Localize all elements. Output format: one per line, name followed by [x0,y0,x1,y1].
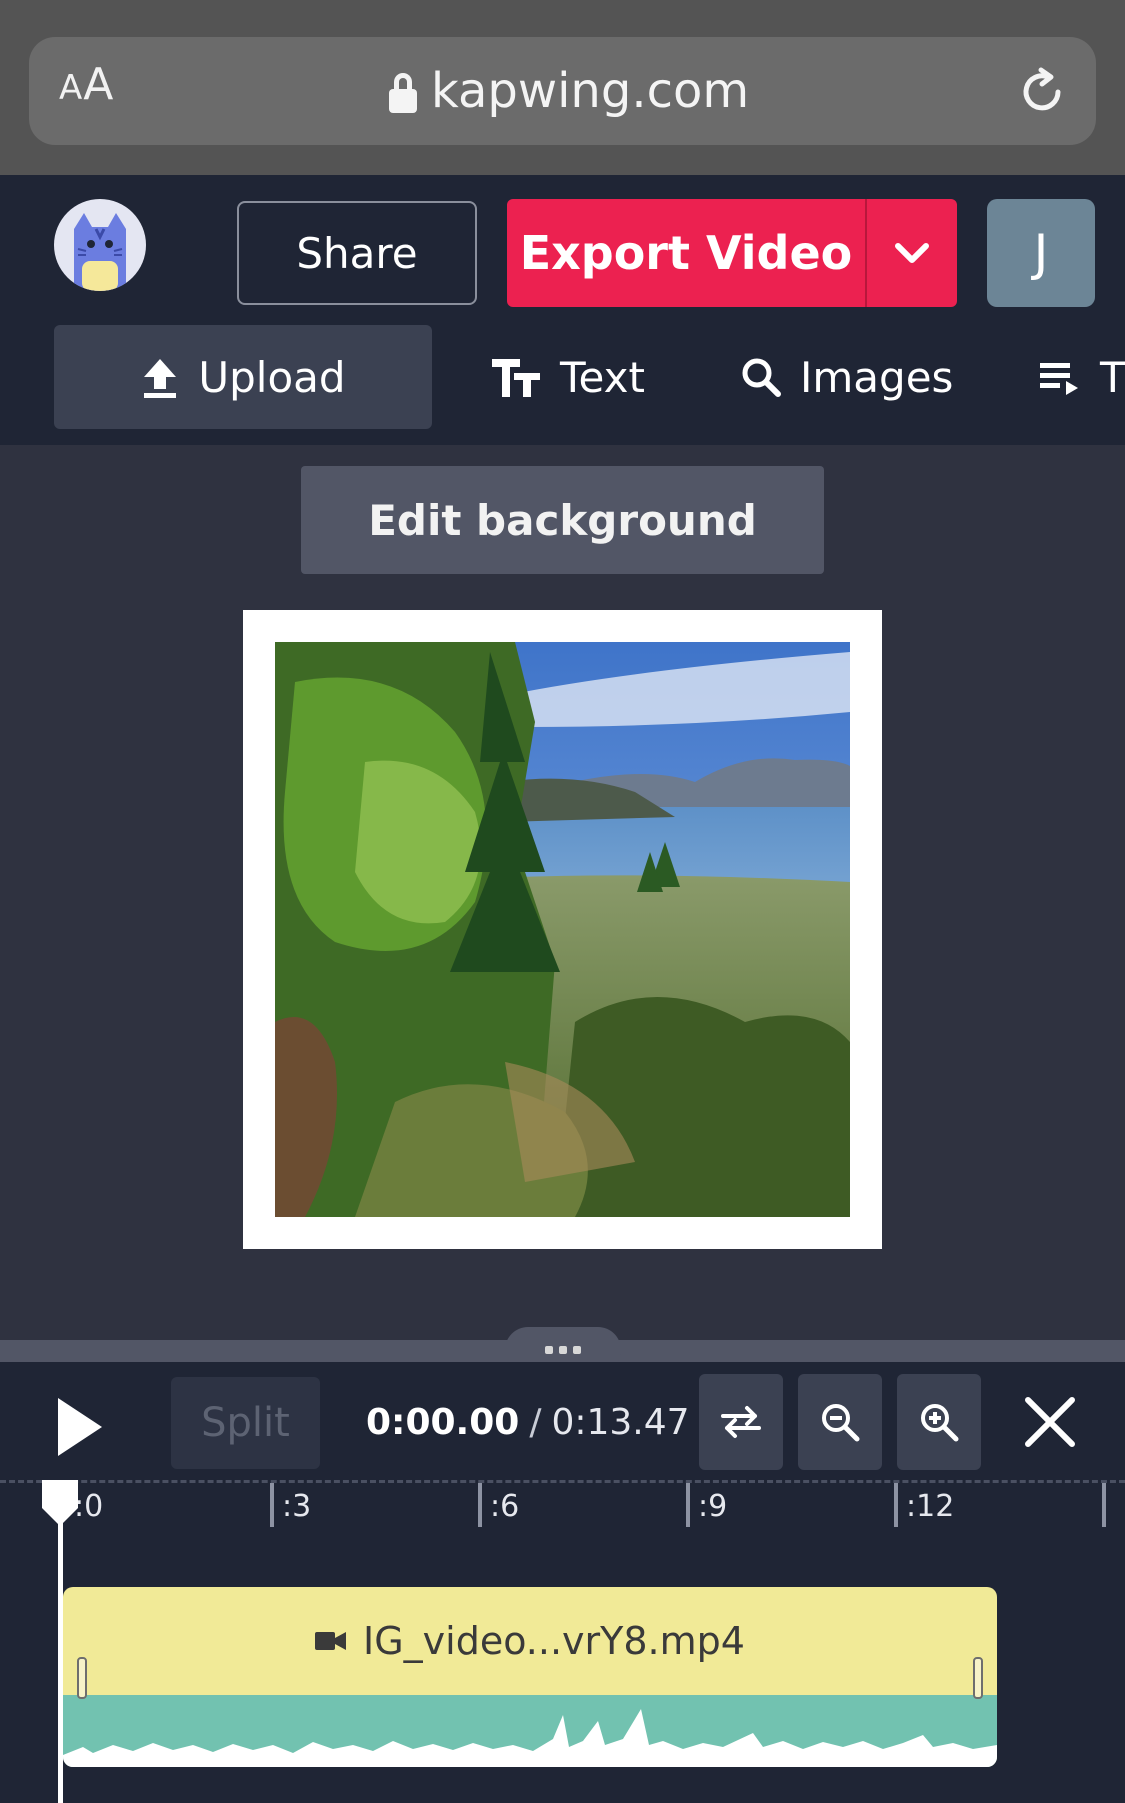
zoom-in-icon [921,1404,959,1442]
swap-arrows-icon [721,1406,761,1438]
upload-label: Upload [198,352,346,402]
url-text: kapwing.com [431,63,750,119]
current-time: 0:00.00 [366,1401,520,1443]
swap-button[interactable] [699,1374,783,1470]
text-label: Text [560,352,645,402]
close-icon[interactable] [1020,1390,1080,1454]
ruler-tick-label: :3 [282,1489,312,1524]
zoom-out-button[interactable] [798,1374,882,1470]
search-icon [742,358,781,397]
video-canvas[interactable] [243,610,882,1249]
ruler-tick-label: :9 [698,1489,728,1524]
trim-handle-right[interactable] [973,1657,983,1699]
export-video-button-group: Export Video [507,199,957,307]
time-separator: / [529,1401,542,1443]
more-tools-label: T [1100,352,1125,402]
ruler-tick [894,1483,898,1527]
upload-tool-button[interactable]: Upload [54,325,432,429]
edit-background-label: Edit background [368,495,757,545]
ruler-tick-label: :6 [490,1489,520,1524]
playhead-handle[interactable] [40,1478,80,1528]
split-button[interactable]: Split [171,1377,320,1469]
cat-icon [74,213,126,291]
trim-handle-left[interactable] [77,1657,87,1699]
ruler-tick-label: :12 [906,1489,955,1524]
browser-address-bar: AA kapwing.com [0,0,1125,175]
video-camera-icon [315,1632,347,1650]
play-icon[interactable] [50,1392,110,1462]
playhead-line[interactable] [58,1480,63,1803]
waveform-graphic [63,1709,997,1767]
export-video-button[interactable]: Export Video [507,199,867,307]
clip-name: IG_video...vrY8.mp4 [363,1619,745,1663]
playlist-icon [1040,363,1078,395]
more-tools-button[interactable]: T [1038,325,1125,429]
upload-icon [144,359,177,398]
ruler-tick [270,1483,274,1527]
export-label: Export Video [519,226,853,280]
ruler-tick [1102,1483,1106,1527]
time-readout: 0:00.00 / 0:13.47 [366,1392,690,1452]
audio-waveform [63,1695,997,1767]
ruler-tick [686,1483,690,1527]
zoom-out-icon [822,1404,860,1442]
user-avatar-button[interactable]: J [987,199,1095,307]
zoom-in-button[interactable] [897,1374,981,1470]
split-label: Split [201,1400,290,1446]
kapwing-cat-logo[interactable] [54,199,146,291]
video-clip-track[interactable]: IG_video...vrY8.mp4 [63,1587,997,1767]
tool-tabs: Upload Text Images T [0,325,1125,435]
share-button[interactable]: Share [237,201,477,305]
edit-background-button[interactable]: Edit background [301,466,824,574]
images-label: Images [800,352,954,402]
text-icon [492,359,540,397]
export-options-dropdown[interactable] [867,199,957,307]
timeline-panel: Split 0:00.00 / 0:13.47 :0 :3 :6:9:12 … [0,1362,1125,1803]
app-header: Share Export Video J Upload Text Images … [0,175,1125,445]
duration: 0:13.47 [551,1401,690,1443]
video-preview-image[interactable] [275,642,850,1217]
lock-icon [389,73,417,113]
timeline-ruler[interactable]: :0 :3 :6 :9 :12 [0,1480,1125,1540]
chevron-down-icon [895,243,929,263]
images-tool-button[interactable]: Images [740,325,953,429]
reload-icon[interactable] [1014,64,1070,120]
text-tool-button[interactable]: Text [490,325,645,429]
url-field[interactable]: AA kapwing.com [29,37,1096,145]
user-initial: J [1033,224,1049,282]
share-label: Share [296,228,418,278]
ruler-tick [478,1483,482,1527]
clip-label: IG_video...vrY8.mp4 [63,1587,997,1695]
text-size-button[interactable]: AA [59,59,114,110]
